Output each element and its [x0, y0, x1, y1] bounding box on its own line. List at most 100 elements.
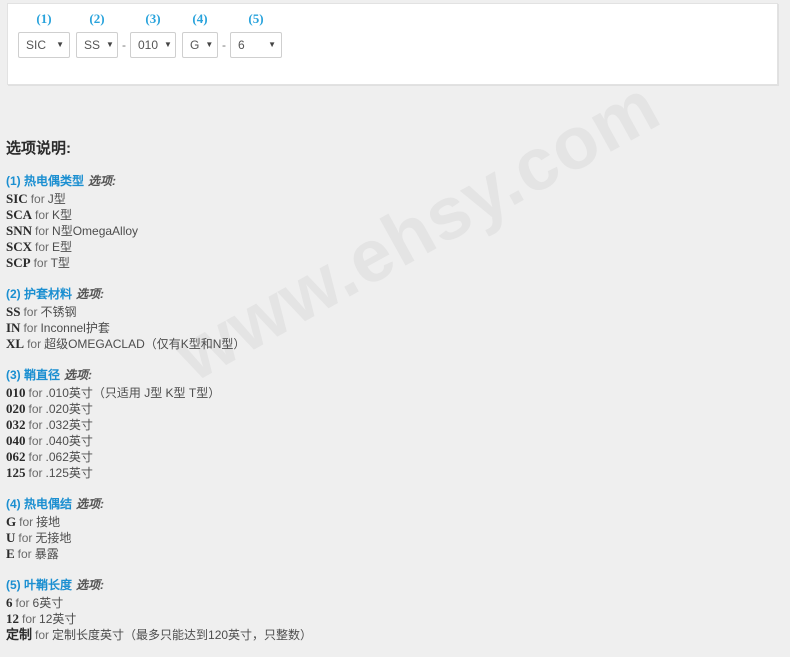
option-code: IN — [6, 320, 21, 335]
select-value-5: 6 — [238, 38, 245, 52]
option-group-label: (1) 热电偶类型 — [6, 174, 85, 188]
option-for-word: for — [28, 386, 43, 400]
option-for-word: for — [28, 418, 43, 432]
selector-group-5: (5) 6 ▼ — [230, 12, 282, 58]
option-for-word: for — [28, 450, 43, 464]
option-group-suffix: 选项: — [64, 368, 93, 382]
option-code: 12 — [6, 611, 19, 626]
option-group-label: (5) 叶鞘长度 — [6, 578, 73, 592]
option-line: Gfor 接地 — [6, 514, 566, 530]
option-description: .125英寸 — [45, 466, 93, 480]
option-description: .020英寸 — [45, 402, 93, 416]
option-code: 125 — [6, 465, 26, 480]
option-group-list: (1) 热电偶类型 选项: SIC for J型 SCA for K型 SNN for N型Omeg… — [6, 172, 566, 643]
option-for-word: for — [15, 596, 30, 610]
options-description: 选项说明: (1) 热电偶类型 选项: SIC for J型 SCA for K型 SNN for… — [6, 140, 566, 657]
option-code: 032 — [6, 417, 26, 432]
selector-number-2: (2) — [89, 11, 105, 26]
option-line: IN for Inconnel护套 — [6, 320, 566, 336]
selector-group-3: (3) 010 ▼ — [130, 12, 176, 58]
option-code: 6 — [6, 595, 13, 610]
option-code: XL — [6, 336, 25, 351]
option-for-word: for — [30, 192, 45, 206]
option-group-label: (4) 热电偶结 — [6, 497, 73, 511]
select-value-2: SS — [84, 38, 101, 52]
selector-group-1: (1) SIC ▼ — [18, 12, 70, 58]
selector-group-2: (2) SS ▼ — [76, 12, 118, 58]
option-for-word: for — [27, 337, 42, 351]
option-group: (4) 热电偶结 选项: Gfor 接地 Ufor 无接地 Efor 暴露 — [6, 495, 566, 562]
option-for-word: for — [35, 240, 50, 254]
option-description: 6英寸 — [32, 596, 64, 610]
option-group-heading: (1) 热电偶类型 选项: — [6, 172, 566, 190]
option-group-suffix: 选项: — [76, 287, 105, 301]
chevron-down-icon: ▼ — [106, 40, 114, 49]
selector-number-4: (4) — [192, 11, 208, 26]
option-description: .032英寸 — [45, 418, 93, 432]
option-line: SCP for T型 — [6, 255, 566, 271]
option-description: K型 — [52, 208, 73, 222]
separator-dash-1: - — [122, 38, 126, 52]
selector-number-5: (5) — [248, 11, 264, 26]
option-group-label: (3) 鞘直径 — [6, 368, 61, 382]
option-description: N型OmegaAlloy — [52, 224, 139, 238]
select-sheath-length[interactable]: 6 ▼ — [230, 32, 282, 58]
option-description: T型 — [50, 256, 70, 270]
page-title: 选项说明: — [6, 140, 71, 157]
option-line: 040 for .040英寸 — [6, 433, 566, 449]
option-description: .010英寸（只适用 J型 K型 T型） — [45, 386, 221, 400]
selector-number-1: (1) — [36, 11, 52, 26]
option-for-word: for — [17, 547, 32, 561]
option-description: 无接地 — [35, 531, 72, 545]
option-description: .040英寸 — [45, 434, 93, 448]
option-line: SNN for N型OmegaAlloy — [6, 223, 566, 239]
option-line: SIC for J型 — [6, 191, 566, 207]
option-for-word: for — [28, 434, 43, 448]
option-line: Efor 暴露 — [6, 546, 566, 562]
page-bottom-cutoff — [6, 639, 426, 644]
option-description: 12英寸 — [39, 612, 77, 626]
select-value-4: G — [190, 38, 200, 52]
option-description: 不锈钢 — [40, 305, 77, 319]
option-code: 010 — [6, 385, 26, 400]
option-line: Ufor 无接地 — [6, 530, 566, 546]
chevron-down-icon: ▼ — [164, 40, 172, 49]
option-description: Inconnel护套 — [40, 321, 110, 335]
option-group: (5) 叶鞘长度 选项: 6 for 6英寸 12 for 12英寸 定制 for 定制长度英寸（最… — [6, 576, 566, 643]
option-group-suffix: 选项: — [76, 578, 105, 592]
option-code: SS — [6, 304, 21, 319]
option-code: SCA — [6, 207, 33, 222]
option-code: SNN — [6, 223, 33, 238]
option-code: 020 — [6, 401, 26, 416]
option-line: XL for 超级OMEGACLAD（仅有K型和N型） — [6, 336, 566, 352]
select-sheath-diameter[interactable]: 010 ▼ — [130, 32, 176, 58]
option-group: (2) 护套材料 选项: SS for 不锈钢 IN for Inconnel护套 XL for 超… — [6, 285, 566, 352]
option-description: 超级OMEGACLAD（仅有K型和N型） — [44, 337, 246, 351]
option-for-word: for — [22, 612, 37, 626]
option-for-word: for — [18, 531, 33, 545]
select-value-3: 010 — [138, 38, 159, 52]
option-for-word: for — [35, 208, 50, 222]
option-description: .062英寸 — [45, 450, 93, 464]
option-line: 032 for .032英寸 — [6, 417, 566, 433]
option-code: SIC — [6, 191, 28, 206]
selector-group-4: (4) G ▼ — [182, 12, 218, 58]
option-code: G — [6, 514, 17, 529]
option-line: 125 for .125英寸 — [6, 465, 566, 481]
option-code: 062 — [6, 449, 26, 464]
option-line: 6 for 6英寸 — [6, 595, 566, 611]
chevron-down-icon: ▼ — [205, 40, 214, 49]
option-for-word: for — [35, 224, 50, 238]
select-sheath-material[interactable]: SS ▼ — [76, 32, 118, 58]
option-description: J型 — [47, 192, 66, 206]
select-thermocouple-type[interactable]: SIC ▼ — [18, 32, 70, 58]
select-junction-type[interactable]: G ▼ — [182, 32, 218, 58]
configurator-panel: (1) SIC ▼ (2) SS ▼ - (3) 010 ▼ (4) G ▼ -… — [7, 3, 778, 85]
option-group-suffix: 选项: — [88, 174, 117, 188]
option-line: 020 for .020英寸 — [6, 401, 566, 417]
option-for-word: for — [33, 256, 48, 270]
option-line: 062 for .062英寸 — [6, 449, 566, 465]
option-line: SS for 不锈钢 — [6, 304, 566, 320]
option-line: SCA for K型 — [6, 207, 566, 223]
select-value-1: SIC — [26, 38, 47, 52]
